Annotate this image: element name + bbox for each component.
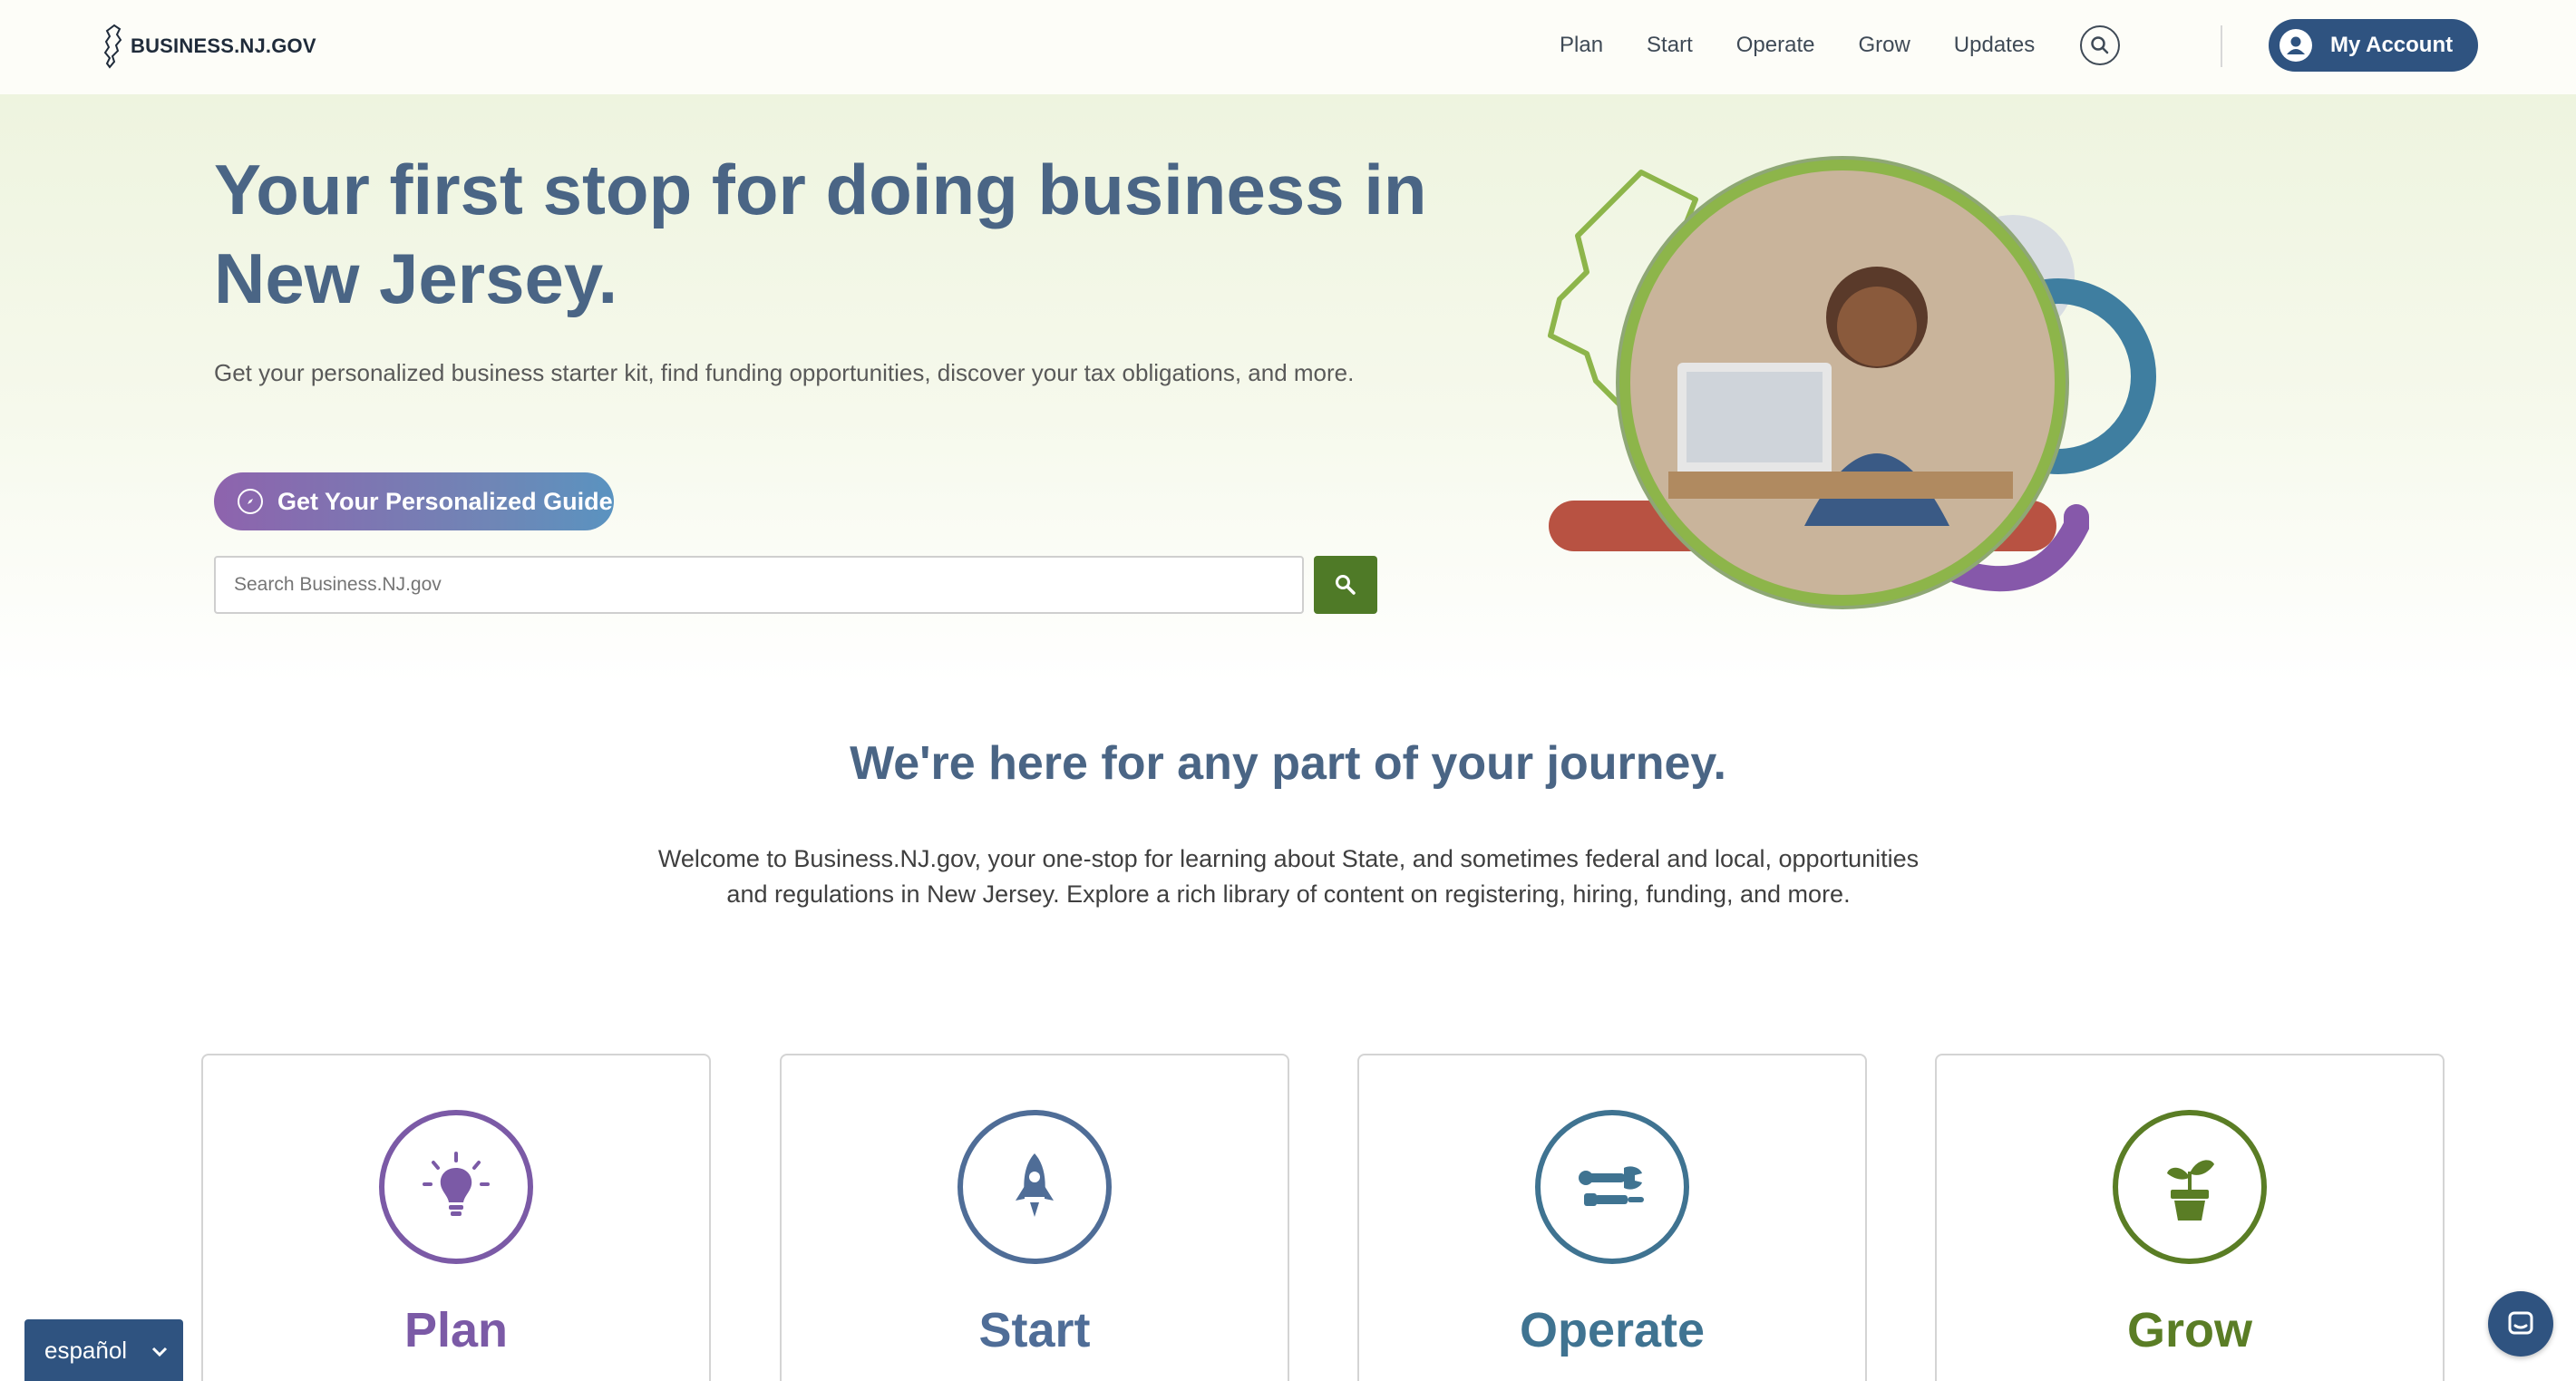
nav-item-grow[interactable]: Grow (1858, 33, 1910, 58)
hero-illustration (1532, 145, 2221, 617)
nav-item-start[interactable]: Start (1647, 33, 1693, 58)
search-submit-button[interactable] (1314, 556, 1377, 614)
card-grow[interactable]: Grow (1935, 1054, 2445, 1381)
journey-title: We're here for any part of your journey. (850, 737, 1726, 790)
language-label: español (44, 1336, 128, 1364)
card-title-grow: Grow (2126, 1303, 2252, 1357)
plant-icon (2113, 1110, 2267, 1264)
nj-state-icon (103, 24, 122, 69)
my-account-button[interactable]: My Account (2269, 19, 2478, 72)
card-title-plan: Plan (403, 1303, 509, 1357)
tools-icon (1535, 1110, 1689, 1264)
hero-subtitle: Get your personalized business starter k… (214, 359, 1355, 386)
language-selector[interactable]: español (24, 1319, 183, 1381)
card-title-operate: Operate (1519, 1303, 1706, 1357)
nav-item-operate[interactable]: Operate (1736, 33, 1815, 58)
nav-divider (2221, 25, 2222, 67)
logo-text: BUSINESS.NJ.GOV (131, 34, 316, 57)
magnifier-icon (1336, 575, 1356, 595)
card-plan[interactable]: Plan (201, 1054, 711, 1381)
lightbulb-icon (379, 1110, 533, 1264)
card-operate[interactable]: Operate (1357, 1054, 1867, 1381)
search-input[interactable] (214, 556, 1304, 614)
card-title-start: Start (978, 1303, 1091, 1357)
site-header: BUSINESS.NJ.GOV Plan Start Operate Grow … (0, 0, 2576, 94)
compass-icon (238, 489, 263, 514)
nav-item-updates[interactable]: Updates (1954, 33, 2035, 58)
main-nav: Plan Start Operate Grow Updates (1560, 0, 2121, 91)
journey-text: Welcome to Business.NJ.gov, your one-sto… (657, 845, 1920, 908)
hero-title: Your first stop for doing business in Ne… (214, 150, 1427, 318)
account-avatar-icon (2280, 29, 2312, 62)
rocket-icon (957, 1110, 1112, 1264)
site-logo[interactable]: BUSINESS.NJ.GOV (102, 24, 316, 69)
chat-icon[interactable] (2488, 1291, 2553, 1357)
card-start[interactable]: Start (780, 1054, 1289, 1381)
nav-item-plan[interactable]: Plan (1560, 33, 1603, 58)
my-account-label: My Account (2330, 33, 2454, 57)
guide-button-label: Get Your Personalized Guide (277, 487, 613, 515)
chevron-down-icon (151, 1337, 169, 1365)
search-icon[interactable] (2080, 25, 2121, 65)
personalized-guide-button[interactable]: Get Your Personalized Guide (214, 472, 614, 530)
